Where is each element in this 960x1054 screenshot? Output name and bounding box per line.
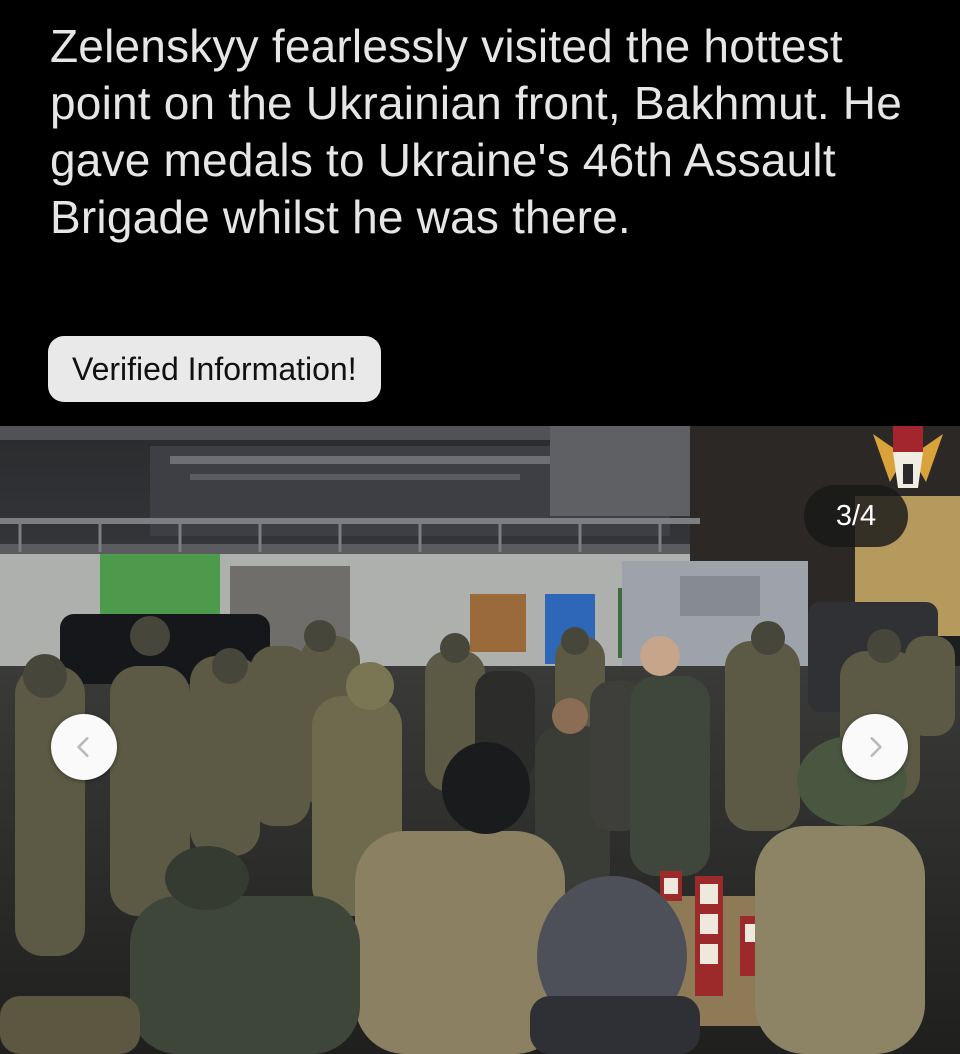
photo-gallery: 3/4 [0, 426, 960, 1054]
image-counter: 3/4 [804, 485, 908, 547]
verified-information-badge[interactable]: Verified Information! [48, 336, 381, 402]
chevron-right-icon [870, 737, 882, 757]
previous-image-button[interactable] [51, 714, 117, 780]
next-image-button[interactable] [842, 714, 908, 780]
post-headline: Zelenskyy fearlessly visited the hottest… [50, 20, 902, 243]
chevron-left-icon [77, 737, 89, 757]
